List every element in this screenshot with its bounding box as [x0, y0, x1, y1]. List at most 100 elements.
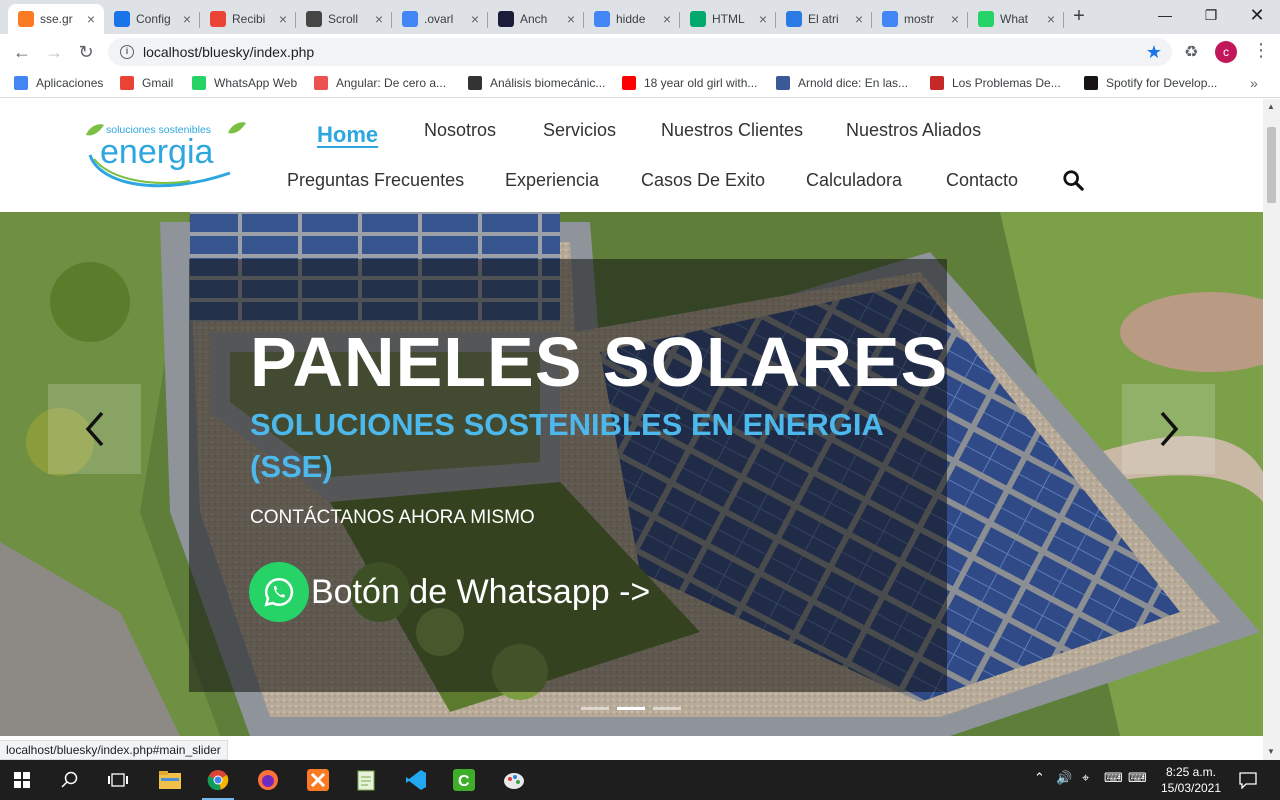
- slide-indicator[interactable]: [581, 707, 609, 710]
- browser-tab[interactable]: El atri ×: [776, 4, 872, 34]
- nav-link[interactable]: Contacto: [946, 170, 1018, 191]
- language-icon[interactable]: ⌨: [1104, 770, 1123, 786]
- scroll-up-icon[interactable]: ▲: [1267, 102, 1275, 111]
- chrome-taskbar-icon[interactable]: [198, 764, 238, 800]
- nav-link[interactable]: Nosotros: [424, 120, 496, 141]
- task-view-icon[interactable]: [98, 764, 138, 796]
- windows-start-icon[interactable]: [2, 764, 42, 796]
- network-icon[interactable]: ⌖: [1082, 770, 1089, 786]
- browser-tab[interactable]: mostr ×: [872, 4, 968, 34]
- logo-word: energia: [100, 133, 214, 171]
- tab-label: HTML: [712, 12, 745, 26]
- slider-indicators: [581, 707, 681, 710]
- restore-button[interactable]: ❐: [1188, 0, 1234, 30]
- bookmark-item[interactable]: 18 year old girl with...: [622, 76, 757, 90]
- new-tab-button[interactable]: +: [1068, 5, 1090, 27]
- whatsapp-button[interactable]: Botón de Whatsapp ->: [249, 562, 650, 622]
- nav-link[interactable]: Home: [317, 122, 378, 148]
- browser-tab[interactable]: .ovarl ×: [392, 4, 488, 34]
- nav-link[interactable]: Servicios: [543, 120, 616, 141]
- nav-link[interactable]: Preguntas Frecuentes: [287, 170, 464, 191]
- close-tab-icon[interactable]: ×: [1044, 11, 1058, 27]
- bookmark-star-icon[interactable]: ★: [1146, 42, 1162, 63]
- angular-icon: [498, 11, 514, 27]
- more-bookmarks-icon[interactable]: »: [1250, 75, 1258, 91]
- scroll-down-icon[interactable]: ▼: [1267, 747, 1275, 756]
- back-arrow-icon[interactable]: ←: [10, 40, 34, 64]
- close-tab-icon[interactable]: ×: [372, 11, 386, 27]
- hero-title: PANELES SOLARES: [250, 323, 949, 401]
- search-icon[interactable]: [50, 764, 90, 796]
- close-tab-icon[interactable]: ×: [660, 11, 674, 27]
- browser-tab[interactable]: Config ×: [104, 4, 200, 34]
- close-tab-icon[interactable]: ×: [756, 11, 770, 27]
- close-tab-icon[interactable]: ×: [276, 11, 290, 27]
- nav-link[interactable]: Calculadora: [806, 170, 902, 191]
- file-explorer-icon[interactable]: [150, 764, 190, 796]
- system-clock[interactable]: 8:25 a.m. 15/03/2021: [1160, 764, 1222, 796]
- notepad-icon[interactable]: [346, 764, 386, 796]
- hero-subtitle: SOLUCIONES SOSTENIBLES EN ENERGIA (SSE): [250, 407, 883, 484]
- leaf-right-icon: [228, 122, 246, 134]
- paint-icon[interactable]: [494, 764, 534, 796]
- browser-tab[interactable]: What ×: [968, 4, 1064, 34]
- whatsapp-button-label: Botón de Whatsapp ->: [311, 572, 651, 611]
- address-bar[interactable]: i localhost/bluesky/index.php ★: [108, 38, 1172, 66]
- forward-arrow-icon[interactable]: →: [42, 40, 66, 64]
- close-tab-icon[interactable]: ×: [564, 11, 578, 27]
- notifications-icon[interactable]: [1228, 764, 1268, 796]
- nav-link[interactable]: Experiencia: [505, 170, 599, 191]
- close-tab-icon[interactable]: ×: [852, 11, 866, 27]
- close-tab-icon[interactable]: ×: [948, 11, 962, 27]
- chrome-menu-icon[interactable]: ⋮: [1252, 40, 1270, 61]
- bookmark-item[interactable]: Análisis biomecánic...: [468, 76, 605, 90]
- xampp-icon: [18, 11, 34, 27]
- bookmark-item[interactable]: Arnold dice: En las...: [776, 76, 908, 90]
- bookmark-item[interactable]: Los Problemas De...: [930, 76, 1061, 90]
- profile-avatar[interactable]: c: [1215, 41, 1237, 63]
- bookmark-item[interactable]: WhatsApp Web: [192, 76, 297, 90]
- chevron-left-icon: [85, 411, 103, 447]
- slide-indicator[interactable]: [653, 707, 681, 710]
- xampp-icon[interactable]: [298, 764, 338, 796]
- slider-next-button[interactable]: [1122, 384, 1215, 474]
- keyboard-icon[interactable]: ⌨: [1128, 770, 1147, 786]
- slide-indicator[interactable]: [617, 707, 645, 710]
- bookmark-item[interactable]: Spotify for Develop...: [1084, 76, 1217, 90]
- nav-link[interactable]: Nuestros Clientes: [661, 120, 803, 141]
- page-scrollbar[interactable]: ▲ ▼: [1263, 99, 1280, 760]
- bookmark-item[interactable]: Gmail: [120, 76, 173, 90]
- tab-label: Anch: [520, 12, 548, 26]
- close-tab-icon[interactable]: ×: [180, 11, 194, 27]
- close-tab-icon[interactable]: ×: [84, 11, 98, 27]
- camtasia-icon[interactable]: C: [444, 764, 484, 796]
- extensions-puzzle-icon[interactable]: ♻: [1184, 42, 1198, 62]
- energia-logo[interactable]: soluciones sostenibles energia: [80, 119, 250, 197]
- hero-cta-text: CONTÁCTANOS AHORA MISMO: [250, 507, 535, 528]
- close-window-button[interactable]: ✕: [1234, 0, 1280, 30]
- search-icon[interactable]: [1062, 169, 1084, 191]
- browser-tab[interactable]: hidde ×: [584, 4, 680, 34]
- browser-tab[interactable]: Anch ×: [488, 4, 584, 34]
- reload-icon[interactable]: ↻: [74, 40, 98, 64]
- nav-link[interactable]: Casos De Exito: [641, 170, 765, 191]
- vscode-icon[interactable]: [396, 764, 436, 796]
- volume-icon[interactable]: 🔊: [1056, 770, 1072, 786]
- info-icon[interactable]: i: [120, 45, 134, 59]
- tray-chevron-icon[interactable]: ⌃: [1034, 770, 1045, 786]
- bookmark-item[interactable]: Aplicaciones: [14, 76, 103, 90]
- minimize-button[interactable]: —: [1142, 0, 1188, 30]
- browser-tab[interactable]: sse.gr ×: [8, 4, 104, 34]
- bookmark-item[interactable]: Angular: De cero a...: [314, 76, 446, 90]
- nav-link[interactable]: Nuestros Aliados: [846, 120, 981, 141]
- browser-tab[interactable]: HTML ×: [680, 4, 776, 34]
- google-icon: [402, 11, 418, 27]
- firefox-icon[interactable]: [248, 764, 288, 796]
- browser-tab[interactable]: Recibi ×: [200, 4, 296, 34]
- close-tab-icon[interactable]: ×: [468, 11, 482, 27]
- browser-tab[interactable]: Scroll ×: [296, 4, 392, 34]
- site-icon: [776, 76, 790, 90]
- clock-date: 15/03/2021: [1160, 781, 1222, 795]
- slider-prev-button[interactable]: [48, 384, 141, 474]
- scrollbar-thumb[interactable]: [1267, 127, 1276, 203]
